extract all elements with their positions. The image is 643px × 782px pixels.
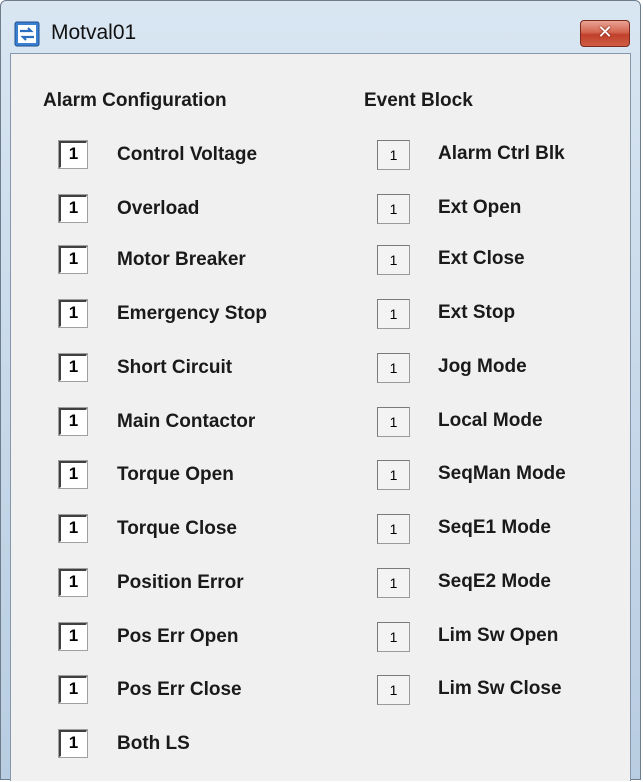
event-label: Lim Sw Close (438, 678, 562, 699)
alarm-value-field[interactable]: 1 (58, 353, 88, 382)
close-button[interactable]: ✕ (580, 20, 630, 47)
close-icon: ✕ (597, 22, 613, 43)
event-label: Jog Mode (438, 356, 527, 377)
alarm-value-field[interactable]: 1 (58, 245, 88, 274)
alarm-value-field[interactable]: 1 (58, 460, 88, 489)
alarm-value-field[interactable]: 1 (58, 299, 88, 328)
event-block-heading: Event Block (364, 90, 473, 111)
event-label: Ext Stop (438, 302, 516, 323)
event-label: Ext Open (438, 197, 522, 218)
app-icon (14, 21, 40, 47)
alarm-label: Position Error (117, 572, 244, 593)
alarm-label: Short Circuit (117, 357, 233, 378)
alarm-value-field[interactable]: 1 (58, 675, 88, 704)
event-value-field[interactable]: 1 (377, 675, 410, 705)
alarm-value-field[interactable]: 1 (58, 568, 88, 597)
alarm-value-field[interactable]: 1 (58, 407, 88, 436)
event-value-field[interactable]: 1 (377, 140, 410, 170)
event-value-field[interactable]: 1 (377, 568, 410, 598)
alarm-label: Overload (117, 198, 200, 219)
alarm-value-field[interactable]: 1 (58, 194, 88, 223)
alarm-label: Torque Open (117, 464, 234, 485)
alarm-value-field[interactable]: 1 (58, 140, 88, 169)
event-label: Lim Sw Open (438, 625, 559, 646)
alarm-label: Both LS (117, 733, 190, 754)
event-label: SeqE1 Mode (438, 517, 551, 538)
alarm-configuration-heading: Alarm Configuration (43, 90, 227, 111)
event-label: SeqE2 Mode (438, 571, 551, 592)
alarm-value-field[interactable]: 1 (58, 622, 88, 651)
title-bar[interactable]: Motval01 ✕ (1, 1, 640, 53)
alarm-label: Control Voltage (117, 144, 258, 165)
alarm-label: Pos Err Open (117, 626, 239, 647)
event-label: Ext Close (438, 248, 525, 269)
window-title: Motval01 (51, 21, 137, 44)
event-value-field[interactable]: 1 (377, 299, 410, 329)
event-value-field[interactable]: 1 (377, 194, 410, 224)
event-value-field[interactable]: 1 (377, 407, 410, 437)
event-label: Local Mode (438, 410, 543, 431)
alarm-label: Pos Err Close (117, 679, 242, 700)
alarm-label: Emergency Stop (117, 303, 267, 324)
alarm-value-field[interactable]: 1 (58, 514, 88, 543)
alarm-label: Torque Close (117, 518, 237, 539)
alarm-value-field[interactable]: 1 (58, 729, 88, 758)
alarm-label: Motor Breaker (117, 249, 246, 270)
motval01-window: Motval01 ✕ Alarm Configuration Event Blo… (0, 0, 641, 781)
alarm-label: Main Contactor (117, 411, 256, 432)
event-value-field[interactable]: 1 (377, 245, 410, 275)
event-label: Alarm Ctrl Blk (438, 143, 565, 164)
event-value-field[interactable]: 1 (377, 353, 410, 383)
event-value-field[interactable]: 1 (377, 622, 410, 652)
event-label: SeqMan Mode (438, 463, 566, 484)
client-area: Alarm Configuration Event Block 1 Contro… (10, 53, 631, 781)
event-value-field[interactable]: 1 (377, 514, 410, 544)
event-value-field[interactable]: 1 (377, 460, 410, 490)
